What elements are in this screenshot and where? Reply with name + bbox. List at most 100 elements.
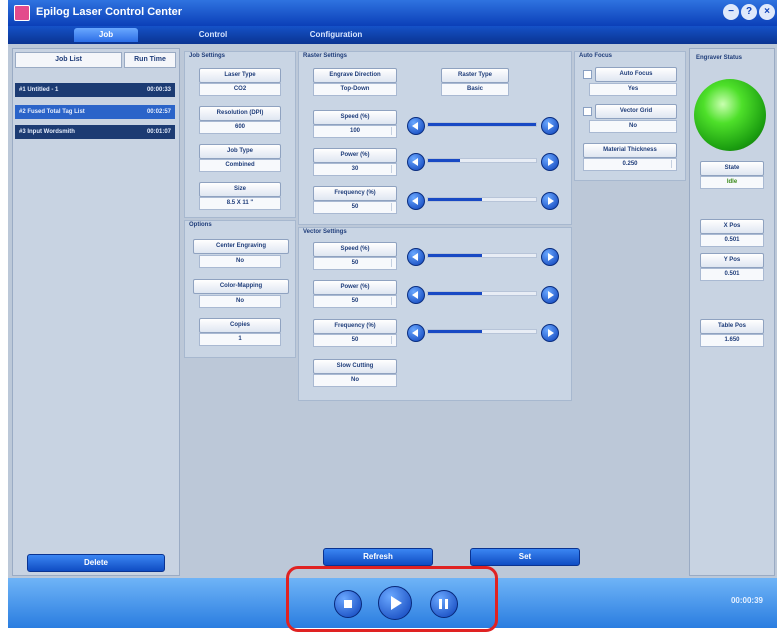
job-type-label[interactable]: Job Type: [199, 144, 281, 159]
slider-fill: [428, 123, 536, 126]
tab-configuration[interactable]: Configuration: [296, 28, 376, 42]
minimize-icon[interactable]: −: [723, 4, 739, 20]
job-name: #3 Input Wordsmith: [19, 129, 75, 135]
refresh-button[interactable]: Refresh: [323, 548, 433, 566]
job-list-header[interactable]: Job List: [15, 52, 122, 68]
vector-speed-slider[interactable]: [427, 253, 537, 258]
close-icon[interactable]: ×: [759, 4, 775, 20]
vector-power-value[interactable]: 50: [313, 295, 397, 308]
slider-fill: [428, 254, 482, 257]
engrave-direction-label[interactable]: Engrave Direction: [313, 68, 397, 83]
center-engraving-label[interactable]: Center Engraving: [193, 239, 289, 254]
size-label[interactable]: Size: [199, 182, 281, 197]
color-mapping-value[interactable]: No: [199, 295, 281, 308]
laser-type-value[interactable]: CO2: [199, 83, 281, 96]
state-value: Idle: [700, 176, 764, 189]
job-list-panel: Job List Run Time #1 Untitled - 1 00:00:…: [12, 48, 180, 576]
raster-frequency-value[interactable]: 50: [313, 201, 397, 214]
raster-speed-value[interactable]: 100: [313, 125, 397, 138]
app-logo-icon: [14, 5, 30, 21]
job-row[interactable]: #3 Input Wordsmith 00:01:07: [15, 125, 175, 139]
state-label: State: [700, 161, 764, 176]
auto-focus-value[interactable]: Yes: [589, 83, 677, 96]
slider-fill: [428, 330, 482, 333]
x-pos-label: X Pos: [700, 219, 764, 234]
raster-speed-decrease-icon[interactable]: [407, 117, 425, 135]
raster-type-label[interactable]: Raster Type: [441, 68, 509, 83]
color-mapping-label[interactable]: Color-Mapping: [193, 279, 289, 294]
slow-cutting-label[interactable]: Slow Cutting: [313, 359, 397, 374]
vector-speed-value[interactable]: 50: [313, 257, 397, 270]
help-icon[interactable]: ?: [741, 4, 757, 20]
raster-type-value[interactable]: Basic: [441, 83, 509, 96]
delete-button[interactable]: Delete: [27, 554, 165, 572]
raster-frequency-label[interactable]: Frequency (%): [313, 186, 397, 201]
copies-value[interactable]: 1: [199, 333, 281, 346]
y-pos-value: 0.501: [700, 268, 764, 281]
vector-speed-increase-icon[interactable]: [541, 248, 559, 266]
raster-frequency-slider[interactable]: [427, 197, 537, 202]
raster-power-label[interactable]: Power (%): [313, 148, 397, 163]
job-run-time: 00:02:57: [146, 109, 171, 115]
job-row[interactable]: #1 Untitled - 1 00:00:33: [15, 83, 175, 97]
size-value[interactable]: 8.5 X 11 ": [199, 197, 281, 210]
raster-speed-slider[interactable]: [427, 122, 537, 127]
elapsed-time: 00:00:39: [730, 596, 763, 605]
raster-frequency-increase-icon[interactable]: [541, 192, 559, 210]
job-run-time: 00:01:07: [146, 129, 171, 135]
slow-cutting-value[interactable]: No: [313, 374, 397, 387]
resolution-value[interactable]: 600: [199, 121, 281, 134]
vector-grid-label[interactable]: Vector Grid: [595, 104, 677, 119]
laser-type-label[interactable]: Laser Type: [199, 68, 281, 83]
raster-speed-label[interactable]: Speed (%): [313, 110, 397, 125]
vector-frequency-increase-icon[interactable]: [541, 324, 559, 342]
vector-settings-title: Vector Settings: [303, 229, 347, 235]
raster-power-value[interactable]: 30: [313, 163, 397, 176]
run-time-header[interactable]: Run Time: [124, 52, 176, 68]
vector-settings-group: Vector Settings Speed (%) 50 Power (%) 5…: [298, 227, 572, 401]
vector-speed-decrease-icon[interactable]: [407, 248, 425, 266]
vector-power-decrease-icon[interactable]: [407, 286, 425, 304]
engrave-direction-value[interactable]: Top-Down: [313, 83, 397, 96]
slider-fill: [428, 292, 482, 295]
vector-power-label[interactable]: Power (%): [313, 280, 397, 295]
material-thickness-value[interactable]: 0.250: [583, 158, 677, 171]
center-engraving-value[interactable]: No: [199, 255, 281, 268]
raster-power-increase-icon[interactable]: [541, 153, 559, 171]
raster-power-slider[interactable]: [427, 158, 537, 163]
table-pos-value: 1.650: [700, 334, 764, 347]
vector-frequency-decrease-icon[interactable]: [407, 324, 425, 342]
job-name: #1 Untitled - 1: [19, 87, 59, 93]
auto-focus-title: Auto Focus: [579, 53, 612, 59]
job-row-selected[interactable]: #2 Fused Total Tag List 00:02:57: [15, 105, 175, 119]
raster-settings-title: Raster Settings: [303, 53, 348, 59]
job-type-value[interactable]: Combined: [199, 159, 281, 172]
tab-job[interactable]: Job: [74, 28, 138, 42]
vector-grid-value[interactable]: No: [589, 120, 677, 133]
raster-speed-increase-icon[interactable]: [541, 117, 559, 135]
vector-grid-checkbox[interactable]: [583, 107, 592, 116]
vector-frequency-label[interactable]: Frequency (%): [313, 319, 397, 334]
raster-power-decrease-icon[interactable]: [407, 153, 425, 171]
auto-focus-checkbox[interactable]: [583, 70, 592, 79]
raster-frequency-decrease-icon[interactable]: [407, 192, 425, 210]
resolution-label[interactable]: Resolution (DPI): [199, 106, 281, 121]
tab-bar: Job Control Configuration: [8, 26, 777, 44]
material-thickness-label[interactable]: Material Thickness: [583, 143, 677, 158]
job-run-time: 00:00:33: [146, 87, 171, 93]
job-settings-title: Job Settings: [189, 53, 226, 59]
tab-control[interactable]: Control: [183, 28, 243, 42]
copies-label[interactable]: Copies: [199, 318, 281, 333]
options-group: Options Center Engraving No Color-Mappin…: [184, 220, 296, 358]
auto-focus-label[interactable]: Auto Focus: [595, 67, 677, 82]
vector-speed-label[interactable]: Speed (%): [313, 242, 397, 257]
laser-control-app: Epilog Laser Control Center − ? × Job Co…: [8, 0, 777, 637]
vector-power-slider[interactable]: [427, 291, 537, 296]
job-settings-group: Job Settings Laser Type CO2 Resolution (…: [184, 51, 296, 218]
vector-power-increase-icon[interactable]: [541, 286, 559, 304]
auto-focus-group: Auto Focus Auto Focus Yes Vector Grid No…: [574, 51, 686, 181]
vector-frequency-slider[interactable]: [427, 329, 537, 334]
vector-frequency-value[interactable]: 50: [313, 334, 397, 347]
set-button[interactable]: Set: [470, 548, 580, 566]
slider-fill: [428, 198, 482, 201]
